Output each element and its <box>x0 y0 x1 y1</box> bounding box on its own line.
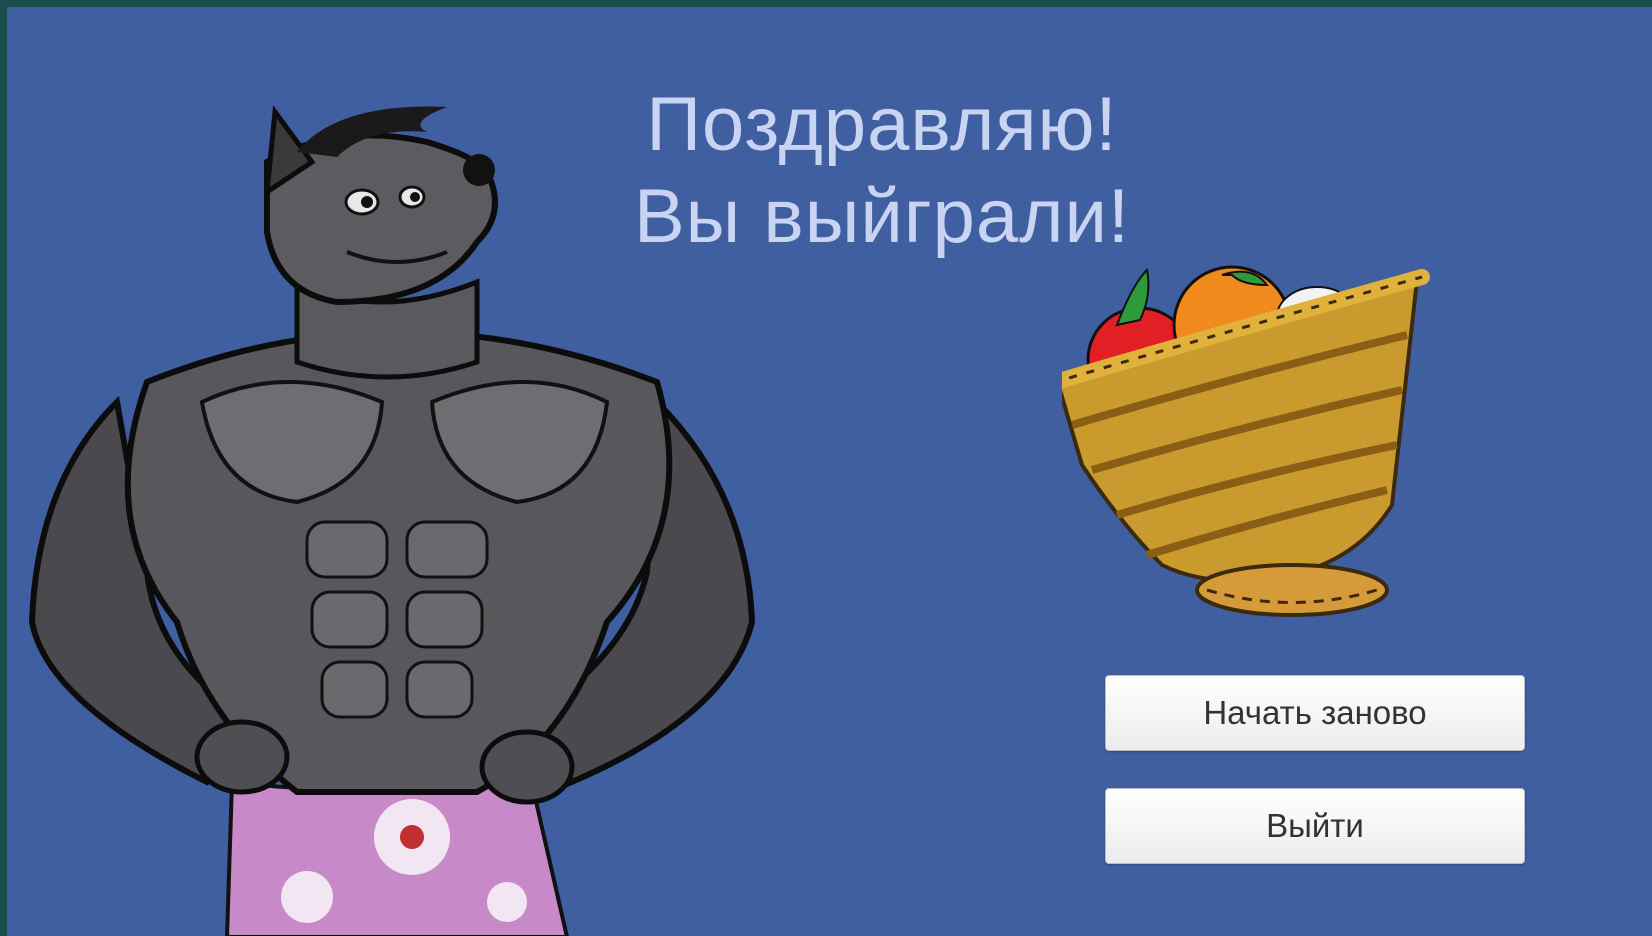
restart-button[interactable]: Начать заново <box>1105 675 1525 751</box>
victory-screen: Поздравляю! Вы выйграли! Начать заново В… <box>7 7 1652 936</box>
fruit-basket-image <box>1062 265 1430 617</box>
game-window: Поздравляю! Вы выйграли! Начать заново В… <box>0 0 1652 936</box>
exit-button[interactable]: Выйти <box>1105 788 1525 864</box>
wolf-character-image <box>28 105 756 936</box>
